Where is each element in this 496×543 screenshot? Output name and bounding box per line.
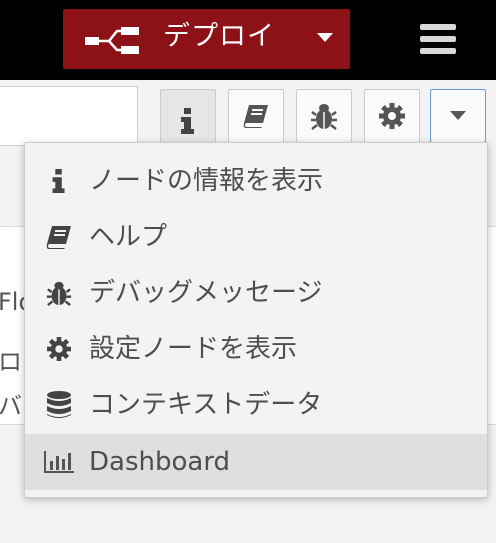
- menu-item-label: 設定ノードを表示: [89, 334, 298, 364]
- menu-item-dashboard[interactable]: Dashboard: [25, 434, 487, 490]
- menu-item-label: Dashboard: [89, 447, 231, 477]
- deploy-caret-icon[interactable]: [317, 33, 333, 42]
- search-input[interactable]: [0, 86, 138, 146]
- bug-icon: [311, 104, 337, 130]
- database-icon: [43, 391, 75, 419]
- menu-item-config-nodes[interactable]: 設定ノードを表示: [25, 321, 487, 377]
- caret-down-icon: [450, 111, 466, 120]
- config-tab-button[interactable]: [364, 89, 420, 143]
- menu-item-label: ノードの情報を表示: [89, 166, 324, 196]
- menu-item-label: コンテキストデータ: [89, 390, 323, 420]
- deploy-flow-icon: [85, 25, 141, 55]
- gear-icon: [43, 335, 75, 363]
- sidebar-dropdown-menu: ノードの情報を表示 ヘルプ デバッグメッセージ 設定ノードを表示 コンテキストデ…: [24, 142, 488, 498]
- menu-item-node-info[interactable]: ノードの情報を表示: [25, 153, 487, 209]
- menu-item-context-data[interactable]: コンテキストデータ: [25, 377, 487, 433]
- deploy-button[interactable]: デプロイ: [63, 9, 350, 69]
- bug-icon: [43, 279, 75, 307]
- menu-item-label: デバッグメッセージ: [89, 278, 323, 308]
- header-bar: デプロイ: [0, 0, 496, 80]
- debug-tab-button[interactable]: [296, 89, 352, 143]
- bar-chart-icon: [43, 448, 75, 476]
- menu-item-help[interactable]: ヘルプ: [25, 209, 487, 265]
- gear-icon: [379, 103, 405, 129]
- book-icon: [43, 223, 75, 251]
- book-icon: [243, 105, 268, 128]
- hamburger-icon[interactable]: [420, 24, 456, 54]
- deploy-label: デプロイ: [163, 21, 275, 52]
- sidebar-menu-caret-button[interactable]: [430, 89, 486, 143]
- help-tab-button[interactable]: [228, 89, 284, 143]
- info-icon: [181, 107, 194, 134]
- menu-item-label: ヘルプ: [89, 222, 168, 252]
- info-icon: [43, 167, 75, 195]
- menu-item-debug[interactable]: デバッグメッセージ: [25, 265, 487, 321]
